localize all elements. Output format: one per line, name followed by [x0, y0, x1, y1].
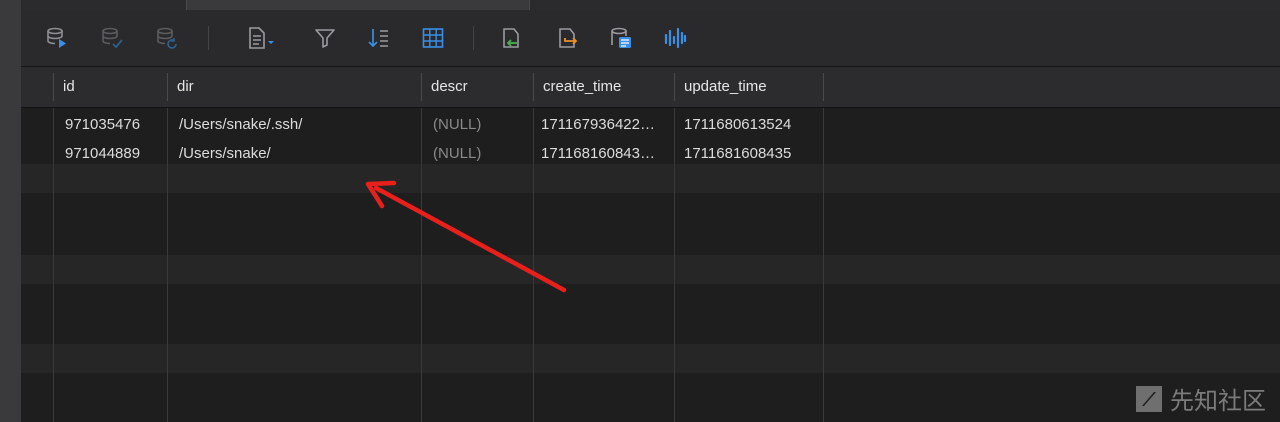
toolbar [21, 10, 1280, 67]
header-divider [823, 73, 824, 101]
table-row[interactable]: 971044889 /Users/snake/ (NULL) 171168160… [21, 139, 1280, 168]
cell-update-time[interactable]: 1711680613524 [674, 110, 823, 139]
text-view-icon[interactable] [607, 24, 635, 52]
watermark-logo-icon [1136, 385, 1162, 412]
empty-row [21, 255, 1280, 284]
watermark: 先知社区 [1134, 381, 1266, 416]
tab-bar [21, 0, 1280, 10]
left-rail [0, 0, 22, 422]
filter-icon[interactable] [311, 24, 339, 52]
empty-row [21, 344, 1280, 373]
cell-descr[interactable]: (NULL) [421, 110, 533, 139]
cell-id[interactable]: 971044889 [53, 139, 167, 168]
header-divider [167, 73, 168, 101]
header-divider [533, 73, 534, 101]
chart-icon[interactable] [661, 24, 689, 52]
header-divider [421, 73, 422, 101]
cell-id[interactable]: 971035476 [53, 110, 167, 139]
import-icon[interactable] [497, 24, 525, 52]
table-header: id dir descr create_time update_time [21, 67, 1280, 108]
header-divider [53, 73, 54, 101]
result-grid: id dir descr create_time update_time 971… [21, 67, 1280, 422]
export-icon[interactable] [553, 24, 581, 52]
column-header-create-time[interactable]: create_time [533, 67, 674, 107]
db-revert-icon[interactable] [153, 24, 181, 52]
cell-update-time[interactable]: 1711681608435 [674, 139, 823, 168]
toolbar-separator [473, 26, 474, 50]
column-header-dir[interactable]: dir [167, 67, 421, 107]
db-commit-icon[interactable] [98, 24, 126, 52]
cell-dir[interactable]: /Users/snake/.ssh/ [167, 110, 421, 139]
column-header-update-time[interactable]: update_time [674, 67, 823, 107]
column-header-id[interactable]: id [53, 67, 167, 107]
grid-icon[interactable] [419, 24, 447, 52]
cell-create-time[interactable]: 171167936422… [533, 110, 674, 139]
sort-icon[interactable] [365, 24, 393, 52]
active-tab[interactable] [186, 0, 530, 10]
header-divider [674, 73, 675, 101]
cell-dir[interactable]: /Users/snake/ [167, 139, 421, 168]
db-run-icon[interactable] [43, 24, 71, 52]
cell-descr[interactable]: (NULL) [421, 139, 533, 168]
table-row[interactable]: 971035476 /Users/snake/.ssh/ (NULL) 1711… [21, 110, 1280, 139]
cell-create-time[interactable]: 171168160843… [533, 139, 674, 168]
column-header-descr[interactable]: descr [421, 67, 533, 107]
document-menu-icon[interactable] [243, 24, 279, 52]
empty-row [21, 164, 1280, 193]
toolbar-separator [208, 26, 209, 50]
watermark-text: 先知社区 [1170, 388, 1266, 415]
